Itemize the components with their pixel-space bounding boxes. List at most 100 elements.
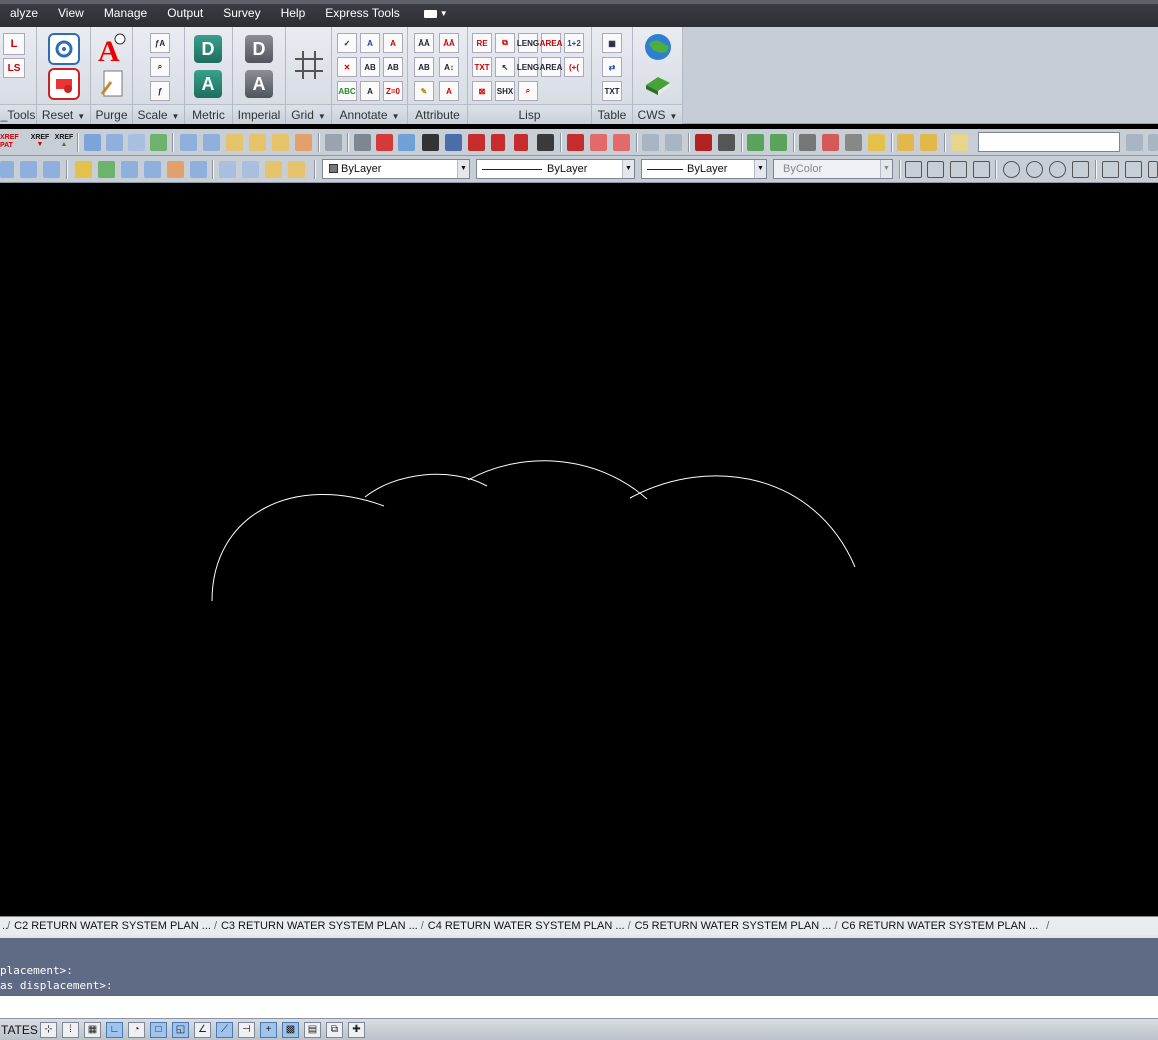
tool-end-2-icon[interactable] bbox=[1148, 134, 1158, 151]
menu-analyze[interactable]: alyze bbox=[0, 0, 48, 27]
window-icon[interactable] bbox=[398, 134, 415, 151]
table-export-button[interactable]: ⇄ bbox=[602, 57, 622, 77]
layout-tab-c6[interactable]: C6 RETURN WATER SYSTEM PLAN ... bbox=[834, 920, 1042, 932]
panel-label-scale[interactable]: Scale ▼ bbox=[133, 104, 184, 124]
text-style-a-button[interactable]: A bbox=[360, 33, 380, 53]
text-z0-button[interactable]: Z=0 bbox=[383, 81, 403, 101]
table-insert-button[interactable]: ▦ bbox=[602, 33, 622, 53]
xref-reload-button[interactable]: XREF ▲ bbox=[54, 134, 74, 151]
text-style-a-red-button[interactable]: A bbox=[383, 33, 403, 53]
layer-lock-1-icon[interactable] bbox=[226, 134, 243, 151]
layer-freeze-2-icon[interactable] bbox=[98, 161, 115, 178]
lisp-re-button[interactable]: RE bbox=[472, 33, 492, 53]
attr-a-button[interactable]: A↕ bbox=[439, 57, 459, 77]
dim-diameter-icon[interactable] bbox=[1049, 161, 1066, 178]
dim-quick-icon[interactable] bbox=[1102, 161, 1119, 178]
download-icon[interactable] bbox=[445, 134, 462, 151]
lisp-area2-button[interactable]: AREA bbox=[540, 57, 562, 77]
purge-annotate-button[interactable]: A bbox=[95, 32, 127, 64]
lock-icon[interactable] bbox=[491, 134, 505, 151]
layer-tool-8-icon[interactable] bbox=[0, 161, 14, 178]
table-txt-button[interactable]: TXT bbox=[602, 81, 622, 101]
upload-icon[interactable] bbox=[422, 134, 439, 151]
dynamic-ucs-icon[interactable]: ⟋ bbox=[216, 1022, 233, 1038]
tool-dark-icon[interactable] bbox=[718, 134, 735, 151]
grid-display-icon[interactable]: ▦ bbox=[84, 1022, 101, 1038]
layer-tool-button[interactable]: L bbox=[3, 33, 25, 55]
imperial-text-button[interactable]: A bbox=[245, 70, 273, 98]
text-ab-button[interactable]: AB bbox=[360, 57, 380, 77]
text-ab-alt-button[interactable]: AB bbox=[383, 57, 403, 77]
layer-tool-5-icon[interactable] bbox=[180, 134, 197, 151]
layer-tool-11-icon[interactable] bbox=[121, 161, 138, 178]
dim-continue-icon[interactable] bbox=[1148, 161, 1158, 178]
panel-label-cws[interactable]: CWS ▼ bbox=[633, 104, 682, 124]
pencil-icon[interactable] bbox=[868, 134, 885, 151]
dim-ordinate-icon[interactable] bbox=[973, 161, 990, 178]
snap-mode-icon[interactable]: ⁞ bbox=[62, 1022, 79, 1038]
lisp-leng-button[interactable]: LENG bbox=[517, 33, 539, 53]
layer-tool-12-icon[interactable] bbox=[144, 161, 161, 178]
menu-view[interactable]: View bbox=[48, 0, 94, 27]
polar-tracking-icon[interactable]: ◔ bbox=[128, 1022, 145, 1038]
tool-red-3-icon[interactable] bbox=[613, 134, 630, 151]
panel-label-reset[interactable]: Reset ▼ bbox=[37, 104, 90, 124]
tool-gray-1-icon[interactable] bbox=[799, 134, 816, 151]
layer-tool-7-icon[interactable] bbox=[295, 134, 312, 151]
color-dropdown[interactable]: ByLayer ▼ bbox=[322, 159, 470, 179]
close-drawing-icon[interactable] bbox=[376, 134, 393, 151]
dim-radius-icon[interactable] bbox=[1003, 161, 1020, 178]
print-icon[interactable] bbox=[354, 134, 371, 151]
tool-red-2-icon[interactable] bbox=[590, 134, 607, 151]
lisp-pointer-button[interactable]: ↖ bbox=[495, 57, 515, 77]
edit-tool-icon[interactable] bbox=[951, 134, 968, 151]
annotation-monitor-icon[interactable]: ✚ bbox=[348, 1022, 365, 1038]
dim-aligned-icon[interactable] bbox=[927, 161, 944, 178]
layer-tool-4-icon[interactable] bbox=[150, 134, 167, 151]
layout-tab-c4[interactable]: C4 RETURN WATER SYSTEM PLAN ... bbox=[421, 920, 629, 932]
quick-properties-icon[interactable]: ▤ bbox=[304, 1022, 321, 1038]
purge-button[interactable] bbox=[99, 68, 125, 98]
attr-edit-button[interactable]: ĀĀ bbox=[414, 33, 434, 53]
lisp-search-button[interactable]: ⌕ bbox=[518, 81, 538, 101]
layer-lock-4-icon[interactable] bbox=[265, 161, 282, 178]
layer-tool-2-icon[interactable] bbox=[106, 134, 123, 151]
lineweight-dropdown[interactable]: ByLayer ▼ bbox=[641, 159, 767, 179]
attr-pencil-button[interactable]: ✎ bbox=[414, 81, 434, 101]
lisp-shx-button[interactable]: SHX bbox=[495, 81, 515, 101]
layer-tool-1-icon[interactable] bbox=[84, 134, 101, 151]
dim-jogged-icon[interactable] bbox=[1026, 161, 1043, 178]
grid-button[interactable] bbox=[293, 49, 325, 81]
copy-objects-icon[interactable] bbox=[642, 134, 659, 151]
dim-linear-icon[interactable] bbox=[905, 161, 922, 178]
check-text-button[interactable]: ✓ bbox=[337, 33, 357, 53]
toolbar-text-field[interactable] bbox=[978, 132, 1120, 152]
lisp-area-button[interactable]: AREA bbox=[540, 33, 562, 53]
layer-tool-6-icon[interactable] bbox=[203, 134, 220, 151]
lineweight-icon[interactable]: + bbox=[260, 1022, 277, 1038]
cws-book-button[interactable] bbox=[643, 69, 673, 97]
layer-tool-13-icon[interactable] bbox=[167, 161, 184, 178]
attr-edit-red-button[interactable]: ĀĀ bbox=[439, 33, 459, 53]
3d-object-snap-icon[interactable]: ◱ bbox=[172, 1022, 189, 1038]
layer-lock-5-icon[interactable] bbox=[288, 161, 305, 178]
pan-tool-icon[interactable] bbox=[325, 134, 342, 151]
layer-tool-16-icon[interactable] bbox=[242, 161, 259, 178]
metric-text-button[interactable]: A bbox=[194, 70, 222, 98]
infer-constraints-icon[interactable]: ⊹ bbox=[40, 1022, 57, 1038]
layer-tool-14-icon[interactable] bbox=[190, 161, 207, 178]
selection-cycling-icon[interactable]: ⧉ bbox=[326, 1022, 343, 1038]
dim-angular-icon[interactable] bbox=[1072, 161, 1089, 178]
lisp-explode-button[interactable]: ⊠ bbox=[472, 81, 492, 101]
panel-label-grid[interactable]: Grid ▼ bbox=[286, 104, 331, 124]
object-snap-icon[interactable]: □ bbox=[150, 1022, 167, 1038]
tool-red-4-icon[interactable] bbox=[822, 134, 839, 151]
text-a-plain-button[interactable]: A bbox=[360, 81, 380, 101]
ortho-mode-icon[interactable]: ∟ bbox=[106, 1022, 123, 1038]
panel-label-annotate[interactable]: Annotate ▼ bbox=[332, 104, 407, 124]
linetype-dropdown[interactable]: ByLayer ▼ bbox=[476, 159, 635, 179]
dynamic-input-icon[interactable]: ⊣ bbox=[238, 1022, 255, 1038]
tool-red-1-icon[interactable] bbox=[567, 134, 584, 151]
layout-tab-c5[interactable]: C5 RETURN WATER SYSTEM PLAN ... bbox=[628, 920, 836, 932]
transparency-icon[interactable]: ▩ bbox=[282, 1022, 299, 1038]
